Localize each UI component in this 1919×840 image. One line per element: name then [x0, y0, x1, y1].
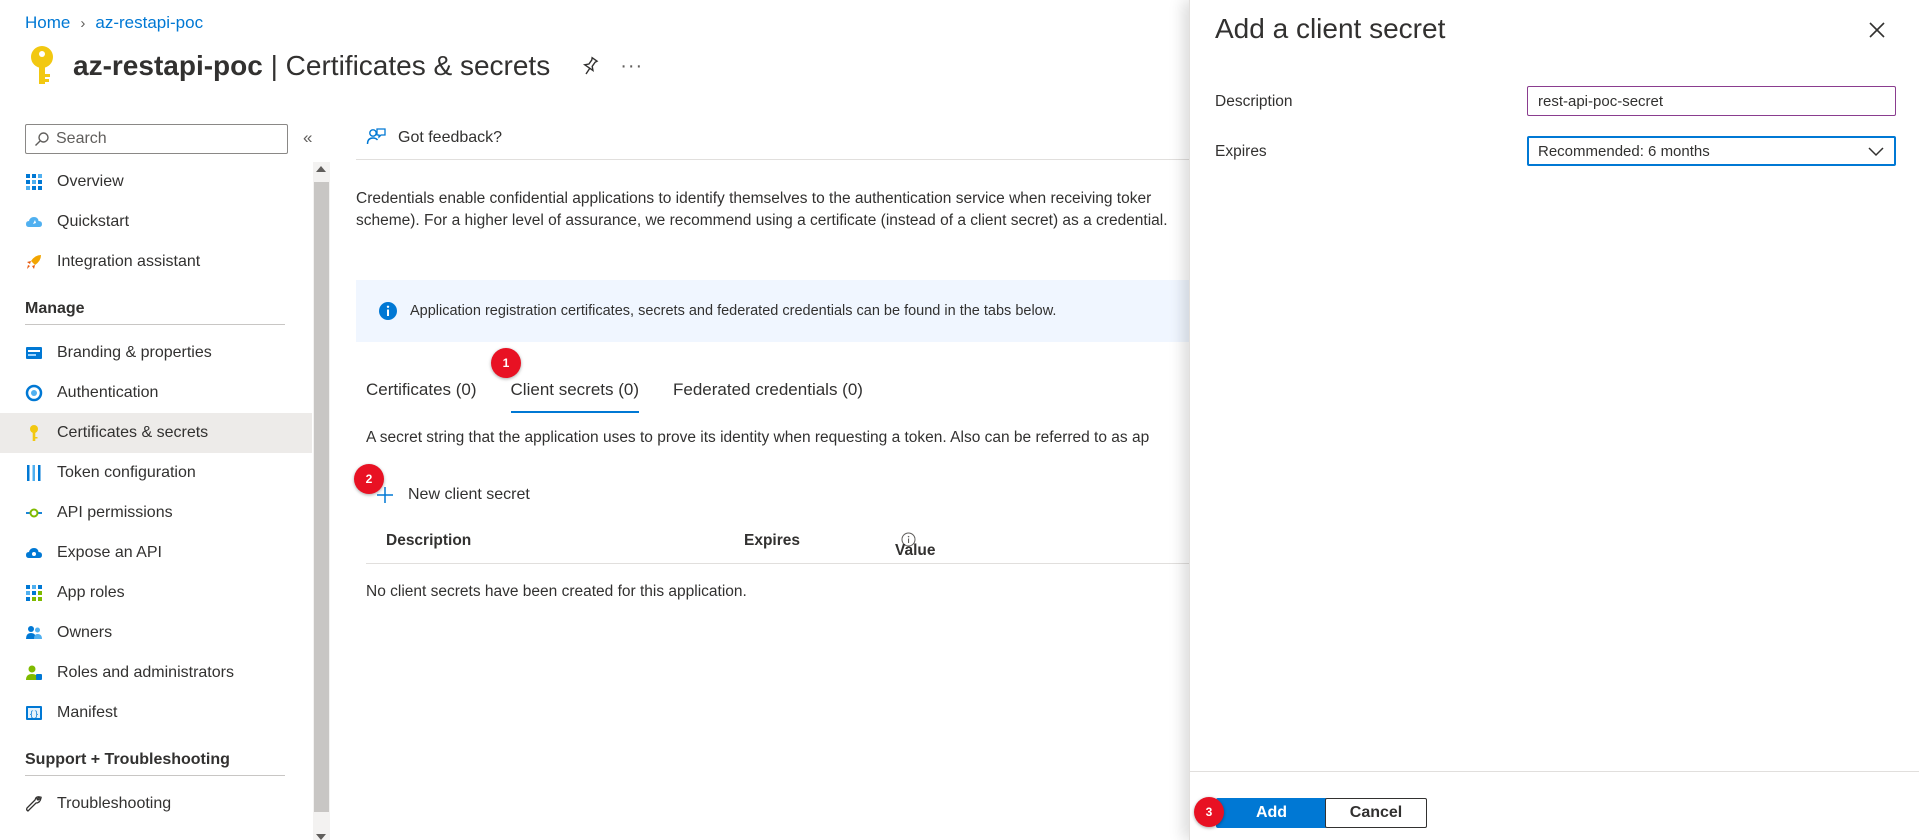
column-header-description: Description: [386, 532, 472, 549]
sidebar-divider: [25, 775, 285, 776]
sidebar-item-label: API permissions: [57, 504, 173, 521]
sidebar-item-manifest[interactable]: {} Manifest: [0, 693, 312, 733]
chevron-down-icon: [1868, 147, 1884, 157]
sidebar: Search « Overview Quickstart Integration…: [0, 122, 330, 840]
tab-certificates[interactable]: Certificates (0): [366, 376, 477, 416]
step-badge-1: 1: [491, 348, 521, 378]
close-icon[interactable]: [1866, 19, 1888, 41]
add-client-secret-panel: Add a client secret Description Expires …: [1189, 0, 1919, 840]
sidebar-item-authentication[interactable]: Authentication: [0, 373, 312, 413]
column-header-expires: Expires: [744, 532, 801, 549]
description-input[interactable]: [1527, 86, 1896, 116]
breadcrumb-home-link[interactable]: Home: [25, 13, 70, 33]
roles-icon: [26, 665, 42, 680]
sidebar-item-label: Token configuration: [57, 464, 196, 481]
sidebar-item-label: Manifest: [57, 704, 118, 721]
sidebar-nav: Overview Quickstart Integration assistan…: [0, 162, 312, 824]
cloud-icon: [26, 217, 42, 227]
sidebar-item-label: Branding & properties: [57, 344, 212, 361]
sidebar-divider: [25, 324, 285, 325]
token-icon: [27, 465, 41, 481]
sidebar-item-label: Overview: [57, 173, 124, 190]
rocket-icon: [27, 255, 41, 269]
sidebar-item-troubleshooting[interactable]: Troubleshooting: [0, 784, 312, 824]
sidebar-item-api-permissions[interactable]: API permissions: [0, 493, 312, 533]
sidebar-item-label: Owners: [57, 624, 113, 641]
description-label: Description: [1215, 93, 1293, 110]
sidebar-item-app-roles[interactable]: App roles: [0, 573, 312, 613]
sidebar-item-integration-assistant[interactable]: Integration assistant: [0, 242, 312, 282]
page-title-app: az-restapi-poc: [73, 50, 263, 81]
expires-selected-value: Recommended: 6 months: [1538, 142, 1710, 160]
panel-footer-divider: [1190, 771, 1919, 772]
sidebar-item-label: Authentication: [57, 384, 159, 401]
sidebar-item-owners[interactable]: Owners: [0, 613, 312, 653]
sidebar-item-label: Certificates & secrets: [57, 424, 209, 441]
sidebar-item-label: Expose an API: [57, 544, 162, 561]
scroll-up-icon[interactable]: [316, 166, 326, 172]
cancel-button[interactable]: Cancel: [1325, 798, 1427, 828]
sidebar-section-manage: Manage: [25, 300, 85, 317]
sidebar-scrollbar-thumb[interactable]: [314, 182, 329, 812]
scroll-down-icon[interactable]: [316, 834, 326, 840]
grid-icon: [26, 174, 42, 190]
tab-federated-credentials[interactable]: Federated credentials (0): [673, 376, 863, 416]
wrench-icon: [26, 796, 42, 812]
svg-text:{}: {}: [29, 710, 39, 719]
page-header: az-restapi-poc | Certificates & secrets …: [25, 46, 643, 86]
cloud-api-icon: [26, 548, 42, 558]
sidebar-item-quickstart[interactable]: Quickstart: [0, 202, 312, 242]
feedback-button[interactable]: Got feedback?: [398, 129, 502, 147]
app-roles-icon: [26, 585, 42, 601]
sidebar-search-input[interactable]: Search: [25, 124, 288, 154]
step-badge-3: 3: [1194, 797, 1224, 827]
breadcrumb: Home › az-restapi-poc: [25, 13, 203, 33]
authentication-icon: [25, 384, 43, 402]
sidebar-item-branding[interactable]: Branding & properties: [0, 333, 312, 373]
owners-icon: [26, 626, 42, 639]
credential-tabs: Certificates (0) Client secrets (0) Fede…: [366, 376, 897, 416]
manifest-icon: {}: [26, 706, 42, 720]
sidebar-item-roles-administrators[interactable]: Roles and administrators: [0, 653, 312, 693]
page-title-section: Certificates & secrets: [285, 50, 551, 81]
tab-client-secrets[interactable]: Client secrets (0): [510, 376, 640, 416]
column-header-value-label: Value: [895, 542, 936, 559]
sidebar-item-expose-api[interactable]: Expose an API: [0, 533, 312, 573]
step-badge-2: 2: [354, 464, 384, 494]
page-title: az-restapi-poc | Certificates & secrets: [73, 50, 550, 82]
new-client-secret-label: New client secret: [408, 486, 530, 503]
panel-title: Add a client secret: [1215, 13, 1446, 44]
search-icon: [35, 132, 49, 146]
more-options-icon[interactable]: ···: [620, 55, 643, 78]
sidebar-section-support: Support + Troubleshooting: [25, 751, 230, 768]
sidebar-item-label: Quickstart: [57, 213, 130, 230]
api-permissions-icon: [26, 508, 42, 518]
info-banner-text: Application registration certificates, s…: [410, 303, 1057, 319]
sidebar-item-certificates-secrets[interactable]: Certificates & secrets: [0, 413, 312, 453]
expires-label: Expires: [1215, 143, 1267, 160]
collapse-sidebar-icon[interactable]: «: [303, 128, 312, 148]
key-icon: [30, 425, 38, 441]
key-icon: [31, 46, 53, 84]
sidebar-item-label: Integration assistant: [57, 253, 201, 270]
feedback-icon[interactable]: [366, 127, 386, 147]
expires-dropdown[interactable]: Recommended: 6 months: [1527, 136, 1896, 166]
breadcrumb-app-link[interactable]: az-restapi-poc: [95, 13, 203, 33]
sidebar-item-label: Troubleshooting: [57, 795, 172, 812]
sidebar-item-overview[interactable]: Overview: [0, 162, 312, 202]
sidebar-item-label: App roles: [57, 584, 125, 601]
column-header-value: Value: [895, 532, 936, 559]
page-title-separator: |: [262, 50, 286, 81]
sidebar-item-label: Roles and administrators: [57, 664, 234, 681]
pin-icon[interactable]: [580, 56, 600, 76]
search-placeholder: Search: [56, 130, 107, 147]
add-button[interactable]: Add: [1216, 798, 1327, 828]
new-client-secret-button[interactable]: New client secret: [376, 486, 530, 504]
empty-state-message: No client secrets have been created for …: [366, 583, 747, 600]
chevron-right-icon: ›: [80, 14, 86, 32]
sidebar-item-token-configuration[interactable]: Token configuration: [0, 453, 312, 493]
info-icon: [379, 302, 397, 320]
branding-icon: [26, 347, 42, 359]
